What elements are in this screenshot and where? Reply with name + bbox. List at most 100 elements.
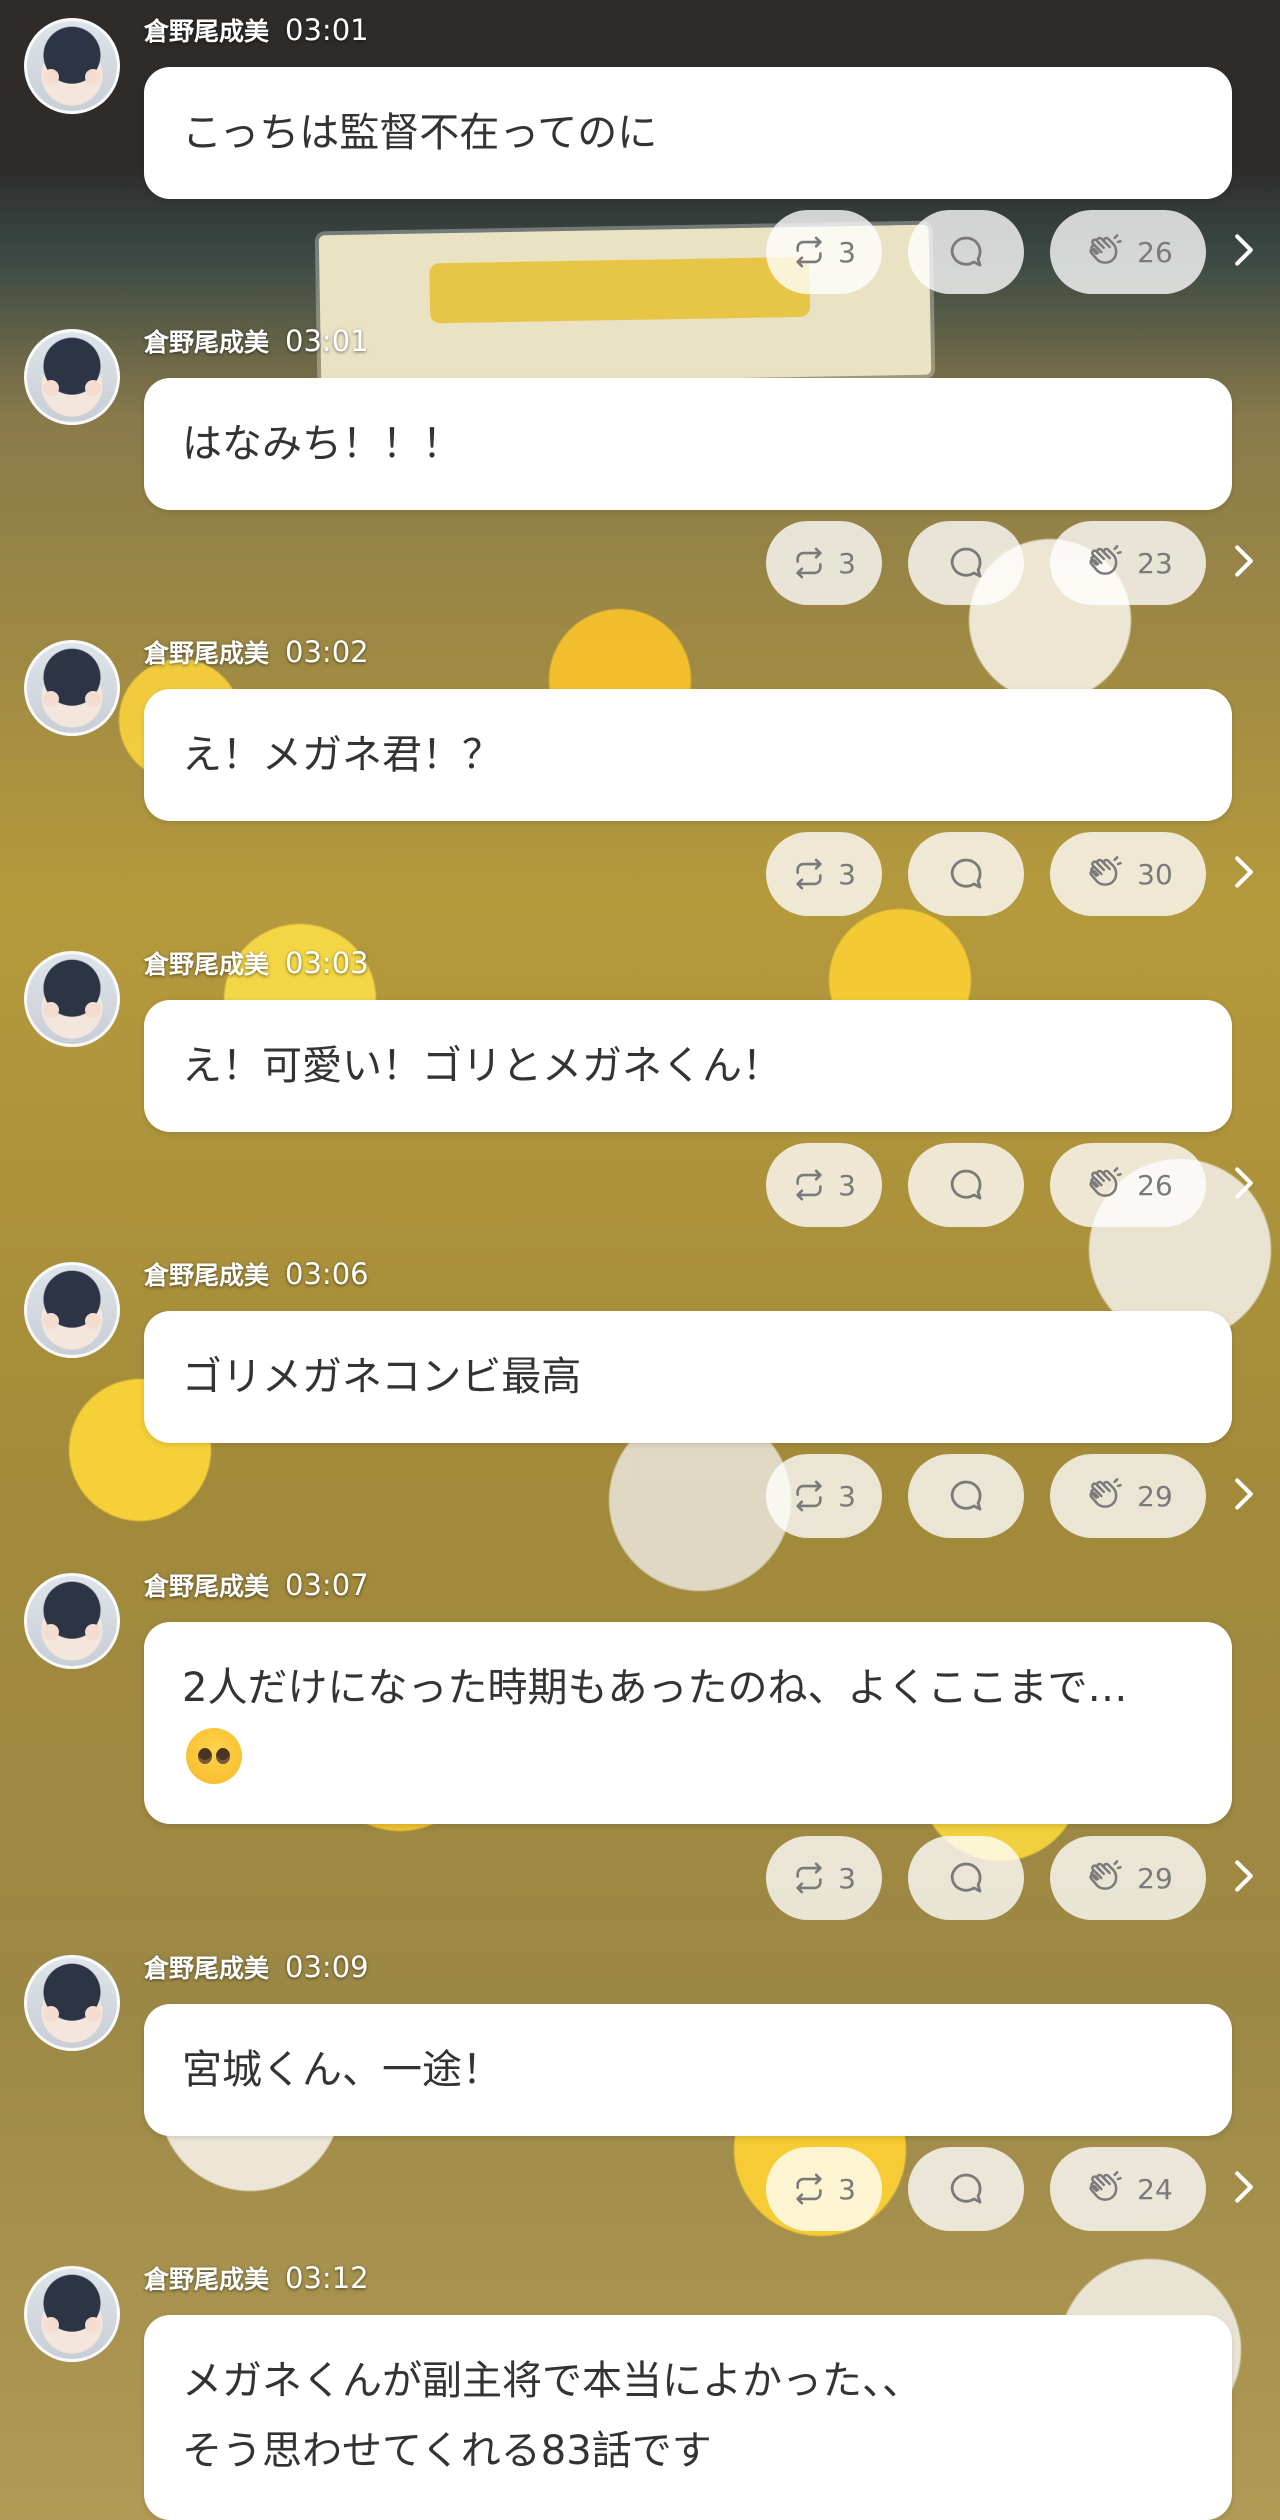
avatar[interactable] — [24, 329, 120, 425]
chevron-right-icon — [1233, 1859, 1255, 1897]
repost-button[interactable]: 3 — [766, 1143, 882, 1227]
timestamp: 03:02 — [285, 635, 369, 669]
timestamp: 03:09 — [285, 1950, 369, 1984]
message-actions: 3 30 — [766, 832, 1260, 916]
timestamp: 03:01 — [285, 324, 369, 358]
repost-count: 3 — [838, 1861, 856, 1895]
pleading-face-emoji — [186, 1728, 242, 1784]
avatar[interactable] — [24, 1573, 120, 1669]
clap-count: 29 — [1137, 1479, 1173, 1513]
message-bubble: メガネくんが副主将で本当によかった、、 そう思わせてくれる83話です — [144, 2315, 1232, 2520]
clap-button[interactable]: 26 — [1050, 210, 1206, 294]
clap-icon — [1083, 2169, 1123, 2209]
author-name: 倉野尾成美 — [144, 17, 270, 46]
reply-bubble-icon — [945, 231, 987, 273]
more-button[interactable] — [1228, 210, 1260, 294]
message-bubble: こっちは監督不在ってのに — [144, 67, 1232, 199]
reply-button[interactable] — [908, 210, 1024, 294]
repost-count: 3 — [838, 2172, 856, 2206]
clap-count: 23 — [1137, 546, 1173, 580]
message-text: こっちは監督不在ってのに — [182, 110, 658, 156]
author-name: 倉野尾成美 — [144, 639, 270, 668]
message-text-line: そう思わせてくれる83話です — [182, 2428, 712, 2474]
repost-count: 3 — [838, 546, 856, 580]
clap-button[interactable]: 23 — [1050, 521, 1206, 605]
clap-count: 29 — [1137, 1861, 1173, 1895]
message-text: ゴリメガネコンビ最高 — [182, 1354, 582, 1400]
message-text: 宮城くん、一途！ — [182, 2047, 502, 2093]
clap-icon — [1083, 1165, 1123, 1205]
avatar[interactable] — [24, 2266, 120, 2362]
repost-icon — [792, 1861, 826, 1895]
message-header: 倉野尾成美 03:09 — [144, 1949, 369, 1985]
repost-button[interactable]: 3 — [766, 832, 882, 916]
reply-button[interactable] — [908, 832, 1024, 916]
more-button[interactable] — [1228, 1454, 1260, 1538]
message-text: え！可愛い！ゴリとメガネくん！ — [182, 1043, 782, 1089]
message-text-line: メガネくんが副主将で本当によかった、、 — [182, 2358, 922, 2404]
clap-button[interactable]: 24 — [1050, 2147, 1206, 2231]
more-button[interactable] — [1228, 521, 1260, 605]
message-bubble: ゴリメガネコンビ最高 — [144, 1311, 1232, 1443]
repost-icon — [792, 546, 826, 580]
repost-count: 3 — [838, 857, 856, 891]
more-button[interactable] — [1228, 832, 1260, 916]
clap-count: 26 — [1137, 1168, 1173, 1202]
author-name: 倉野尾成美 — [144, 2265, 270, 2294]
chevron-right-icon — [1233, 855, 1255, 893]
more-button[interactable] — [1228, 1143, 1260, 1227]
message-bubble: え！可愛い！ゴリとメガネくん！ — [144, 1000, 1232, 1132]
timestamp: 03:06 — [285, 1257, 369, 1291]
more-button[interactable] — [1228, 1836, 1260, 1920]
author-name: 倉野尾成美 — [144, 328, 270, 357]
repost-icon — [792, 1479, 826, 1513]
repost-button[interactable]: 3 — [766, 210, 882, 294]
reply-button[interactable] — [908, 1143, 1024, 1227]
message-feed[interactable]: 倉野尾成美 03:01 こっちは監督不在ってのに 3 26 倉野尾成美 03:0… — [0, 0, 1280, 2520]
repost-button[interactable]: 3 — [766, 2147, 882, 2231]
chevron-right-icon — [1233, 1477, 1255, 1515]
reply-button[interactable] — [908, 521, 1024, 605]
clap-button[interactable]: 30 — [1050, 832, 1206, 916]
message-bubble: 宮城くん、一途！ — [144, 2004, 1232, 2136]
clap-count: 24 — [1137, 2172, 1173, 2206]
chevron-right-icon — [1233, 233, 1255, 271]
message-actions: 3 24 — [766, 2147, 1260, 2231]
clap-icon — [1083, 1476, 1123, 1516]
author-name: 倉野尾成美 — [144, 1954, 270, 1983]
message-actions: 3 29 — [766, 1836, 1260, 1920]
clap-button[interactable]: 29 — [1050, 1454, 1206, 1538]
clap-icon — [1083, 1858, 1123, 1898]
repost-button[interactable]: 3 — [766, 521, 882, 605]
message-actions: 3 26 — [766, 1143, 1260, 1227]
reply-bubble-icon — [945, 1475, 987, 1517]
clap-icon — [1083, 232, 1123, 272]
reply-bubble-icon — [945, 1857, 987, 1899]
repost-count: 3 — [838, 1168, 856, 1202]
message-header: 倉野尾成美 03:03 — [144, 945, 369, 981]
message-header: 倉野尾成美 03:01 — [144, 323, 369, 359]
message-header: 倉野尾成美 03:12 — [144, 2260, 369, 2296]
avatar[interactable] — [24, 951, 120, 1047]
more-button[interactable] — [1228, 2147, 1260, 2231]
reply-button[interactable] — [908, 1836, 1024, 1920]
avatar[interactable] — [24, 1262, 120, 1358]
clap-icon — [1083, 543, 1123, 583]
reply-button[interactable] — [908, 2147, 1024, 2231]
timestamp: 03:07 — [285, 1568, 369, 1602]
clap-button[interactable]: 26 — [1050, 1143, 1206, 1227]
avatar[interactable] — [24, 640, 120, 736]
avatar[interactable] — [24, 1955, 120, 2051]
reply-bubble-icon — [945, 853, 987, 895]
repost-icon — [792, 857, 826, 891]
avatar[interactable] — [24, 18, 120, 114]
timestamp: 03:12 — [285, 2261, 369, 2295]
repost-button[interactable]: 3 — [766, 1836, 882, 1920]
clap-button[interactable]: 29 — [1050, 1836, 1206, 1920]
repost-count: 3 — [838, 235, 856, 269]
reply-button[interactable] — [908, 1454, 1024, 1538]
message-bubble: え！メガネ君！？ — [144, 689, 1232, 821]
message-actions: 3 29 — [766, 1454, 1260, 1538]
repost-button[interactable]: 3 — [766, 1454, 882, 1538]
author-name: 倉野尾成美 — [144, 1261, 270, 1290]
